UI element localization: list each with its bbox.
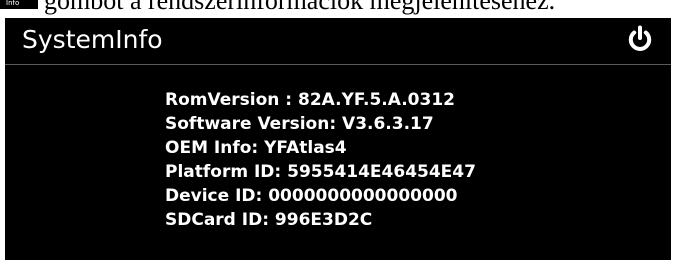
info-button-image: Info	[0, 0, 38, 9]
sdcard-id-row: SDCard ID: 996E3D2C	[165, 210, 373, 230]
system-info-screen: SystemInfo RomVersion : 82A.YF.5.A.0312 …	[5, 18, 671, 260]
power-icon	[628, 25, 652, 51]
document-fragment: Info gombot a rendszerinformációk megjel…	[0, 0, 678, 18]
power-button[interactable]	[625, 24, 655, 54]
device-id-row: Device ID: 0000000000000000	[165, 186, 458, 206]
document-text: gombot a rendszerinformációk megjeleníté…	[44, 0, 556, 15]
page: Info gombot a rendszerinformációk megjel…	[0, 0, 678, 260]
platform-id-row: Platform ID: 5955414E46454E47	[165, 162, 476, 182]
page-title: SystemInfo	[22, 25, 163, 54]
software-version-row: Software Version: V3.6.3.17	[165, 114, 434, 134]
title-bar: SystemInfo	[5, 18, 671, 64]
system-info-list: RomVersion : 82A.YF.5.A.0312 Software Ve…	[165, 88, 476, 232]
info-button-image-label: Info	[6, 0, 20, 7]
oem-info-row: OEM Info: YFAtlas4	[165, 138, 347, 158]
rom-version-row: RomVersion : 82A.YF.5.A.0312	[165, 90, 455, 110]
title-divider	[5, 64, 671, 65]
